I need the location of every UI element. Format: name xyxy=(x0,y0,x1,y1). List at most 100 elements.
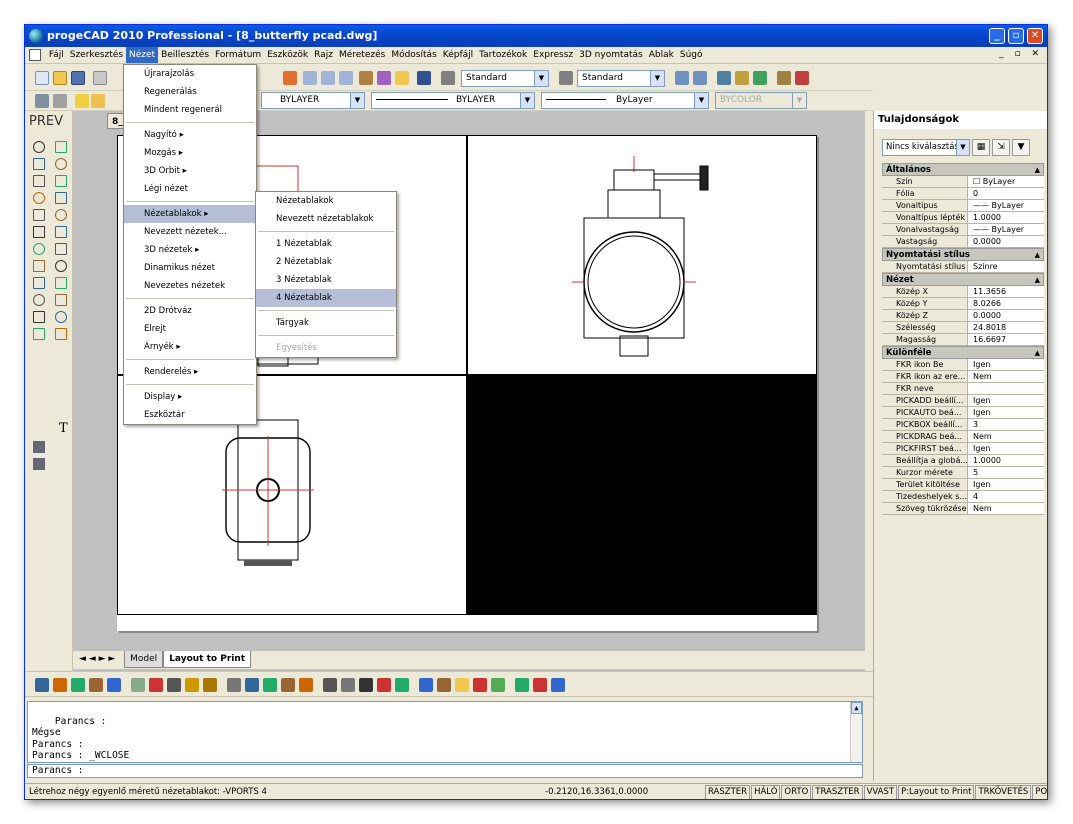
dim-style-select[interactable]: Standard ▼ xyxy=(577,70,665,87)
tab-layout-to-print[interactable]: Layout to Print xyxy=(163,651,252,668)
draw-tool-icon[interactable] xyxy=(33,158,45,170)
toolbar-tool-icon[interactable] xyxy=(491,678,505,692)
text-tool-icon[interactable]: T xyxy=(59,421,68,436)
property-row[interactable]: FKR ikon az ere... Nem xyxy=(882,371,1044,383)
toolbar-tool-icon[interactable] xyxy=(89,678,103,692)
property-row[interactable]: Vonaltípus —— ByLayer xyxy=(882,200,1044,212)
status-toggle-raszter[interactable]: RASZTER xyxy=(705,785,751,799)
toolbar-tool-icon[interactable] xyxy=(377,678,391,692)
property-value[interactable]: 24.8018 xyxy=(970,322,1044,333)
property-row[interactable]: Közép Z 0.0000 xyxy=(882,310,1044,322)
property-section[interactable]: Általános ▲ xyxy=(882,163,1044,176)
match-properties-icon[interactable] xyxy=(283,71,297,85)
minimize-button[interactable]: _ xyxy=(989,28,1005,44)
property-row[interactable]: Vonaltípus lépték 1.0000 xyxy=(882,212,1044,224)
menu-item-n-zetablakok[interactable]: Nézetablakok xyxy=(256,192,396,210)
toolbar-tool-icon[interactable] xyxy=(359,678,373,692)
menu-n-zet[interactable]: Nézet xyxy=(126,47,159,63)
menu-expressz[interactable]: Expressz xyxy=(530,47,576,63)
toolbar-tool-icon[interactable] xyxy=(515,678,529,692)
property-value[interactable]: —— ByLayer xyxy=(970,224,1044,235)
maximize-button[interactable]: ▫ xyxy=(1008,28,1024,44)
toolbar-tool-icon[interactable] xyxy=(341,678,355,692)
menu-m-dos-t-s[interactable]: Módosítás xyxy=(388,47,439,63)
design-center-icon[interactable] xyxy=(377,71,391,85)
quick-select-icon[interactable]: ▦ xyxy=(972,139,990,156)
draw-tool-icon[interactable] xyxy=(55,158,67,170)
menu-item-3d-orbit[interactable]: 3D Orbit ▸ xyxy=(124,162,256,180)
layer-manager-icon[interactable] xyxy=(35,94,49,108)
menu-item-t-rgyak[interactable]: Tárgyak xyxy=(256,314,396,332)
menu-item-l-gi-n-zet[interactable]: Légi nézet xyxy=(124,180,256,198)
toolbar-tool-icon[interactable] xyxy=(437,678,451,692)
status-toggle-pol-ris[interactable]: POLÁRIS xyxy=(1032,785,1047,799)
property-value[interactable]: Igen xyxy=(970,395,1044,406)
layer-on-icon[interactable] xyxy=(75,94,89,108)
property-value[interactable]: 16.6697 xyxy=(970,334,1044,345)
select-objects-icon[interactable]: ⇲ xyxy=(992,139,1010,156)
zoom-realtime-icon[interactable] xyxy=(303,71,317,85)
toolbar-tool-icon[interactable] xyxy=(149,678,163,692)
menu-item-mindent-regener-l[interactable]: Mindent regenerál xyxy=(124,101,256,119)
menu-item-dinamikus-n-zet[interactable]: Dinamikus nézet xyxy=(124,259,256,277)
property-value[interactable]: 0 xyxy=(970,188,1044,199)
property-value[interactable]: 0.0000 xyxy=(970,310,1044,321)
toolbar-tool-icon[interactable] xyxy=(263,678,277,692)
color-select[interactable]: BYCOLOR ▼ xyxy=(715,92,807,109)
property-value[interactable]: 1.0000 xyxy=(970,212,1044,223)
command-scrollbar[interactable]: ▲ xyxy=(850,702,862,762)
scroll-up-icon[interactable]: ▲ xyxy=(851,702,862,714)
explorer-icon[interactable] xyxy=(395,71,409,85)
draw-tool-icon[interactable] xyxy=(55,328,67,340)
menu-f-jl[interactable]: Fájl xyxy=(46,47,67,63)
property-value[interactable]: —— ByLayer xyxy=(970,200,1044,211)
property-row[interactable]: Kurzor mérete 5 xyxy=(882,467,1044,479)
viewport-tool-icon[interactable] xyxy=(33,458,45,470)
filter-icon[interactable]: ▼ xyxy=(1012,139,1030,156)
draw-tool-icon[interactable] xyxy=(55,209,67,221)
menu-rajz[interactable]: Rajz xyxy=(311,47,336,63)
property-row[interactable]: Szín ☐ ByLayer xyxy=(882,176,1044,188)
property-value[interactable]: 3 xyxy=(970,419,1044,430)
property-row[interactable]: Szöveg tükrözése Nem xyxy=(882,503,1044,515)
menu-3d-nyomtat-s[interactable]: 3D nyomtatás xyxy=(576,47,646,63)
menu-item-rny-k[interactable]: Árnyék ▸ xyxy=(124,338,256,356)
toolbar-tool-icon[interactable] xyxy=(473,678,487,692)
linetype-select[interactable]: BYLAYER ▼ xyxy=(371,92,535,109)
menu-item-1-n-zetablak[interactable]: 1 Nézetablak xyxy=(256,235,396,253)
menu-beilleszt-s[interactable]: Beillesztés xyxy=(158,47,212,63)
menu-item-nevezett-n-zetablakok[interactable]: Nevezett nézetablakok xyxy=(256,210,396,228)
property-row[interactable]: Beállítja a globá... 1.0000 xyxy=(882,455,1044,467)
menu-item-2d-dr-tv-z[interactable]: 2D Drótváz xyxy=(124,302,256,320)
layer-freeze-icon[interactable] xyxy=(91,94,105,108)
open-folder-icon[interactable] xyxy=(53,71,67,85)
property-value[interactable]: 4 xyxy=(970,491,1044,502)
property-row[interactable]: Fólia 0 xyxy=(882,188,1044,200)
draw-tool-icon[interactable] xyxy=(55,311,67,323)
draw-tool-icon[interactable] xyxy=(33,243,45,255)
draw-tool-icon[interactable] xyxy=(33,209,45,221)
draw-tool-icon[interactable] xyxy=(55,260,67,272)
menu-szerkeszt-s[interactable]: Szerkesztés xyxy=(67,47,126,63)
property-row[interactable]: FKR ikon Be Igen xyxy=(882,359,1044,371)
save-icon[interactable] xyxy=(71,71,85,85)
property-row[interactable]: PICKADD beállí... Igen xyxy=(882,395,1044,407)
tab-nav-arrows[interactable]: ◄ ◄ ► ► xyxy=(73,654,121,664)
status-toggle-p-layout-to-print[interactable]: P:Layout to Print xyxy=(898,785,975,799)
draw-tool-icon[interactable] xyxy=(55,175,67,187)
print-icon[interactable] xyxy=(93,71,107,85)
property-row[interactable]: Terület kitöltése Igen xyxy=(882,479,1044,491)
lineweight-select[interactable]: ByLayer ▼ xyxy=(541,92,709,109)
menu-item-renderel-s[interactable]: Renderelés ▸ xyxy=(124,363,256,381)
menu-item-3d-n-zetek[interactable]: 3D nézetek ▸ xyxy=(124,241,256,259)
menu-s-g[interactable]: Súgó xyxy=(677,47,706,63)
menu-form-tum[interactable]: Formátum xyxy=(212,47,264,63)
menu-ablak[interactable]: Ablak xyxy=(646,47,677,63)
status-toggle-vvast[interactable]: VVAST xyxy=(863,785,898,799)
property-value[interactable]: Nem xyxy=(970,503,1044,514)
property-value[interactable]: 11.3656 xyxy=(970,286,1044,297)
toolbar-tool-icon[interactable] xyxy=(227,678,241,692)
polar-icon[interactable] xyxy=(753,71,767,85)
status-toggle-trk-vet-s[interactable]: TRKÖVETÉS xyxy=(975,785,1032,799)
property-value[interactable]: Igen xyxy=(970,443,1044,454)
